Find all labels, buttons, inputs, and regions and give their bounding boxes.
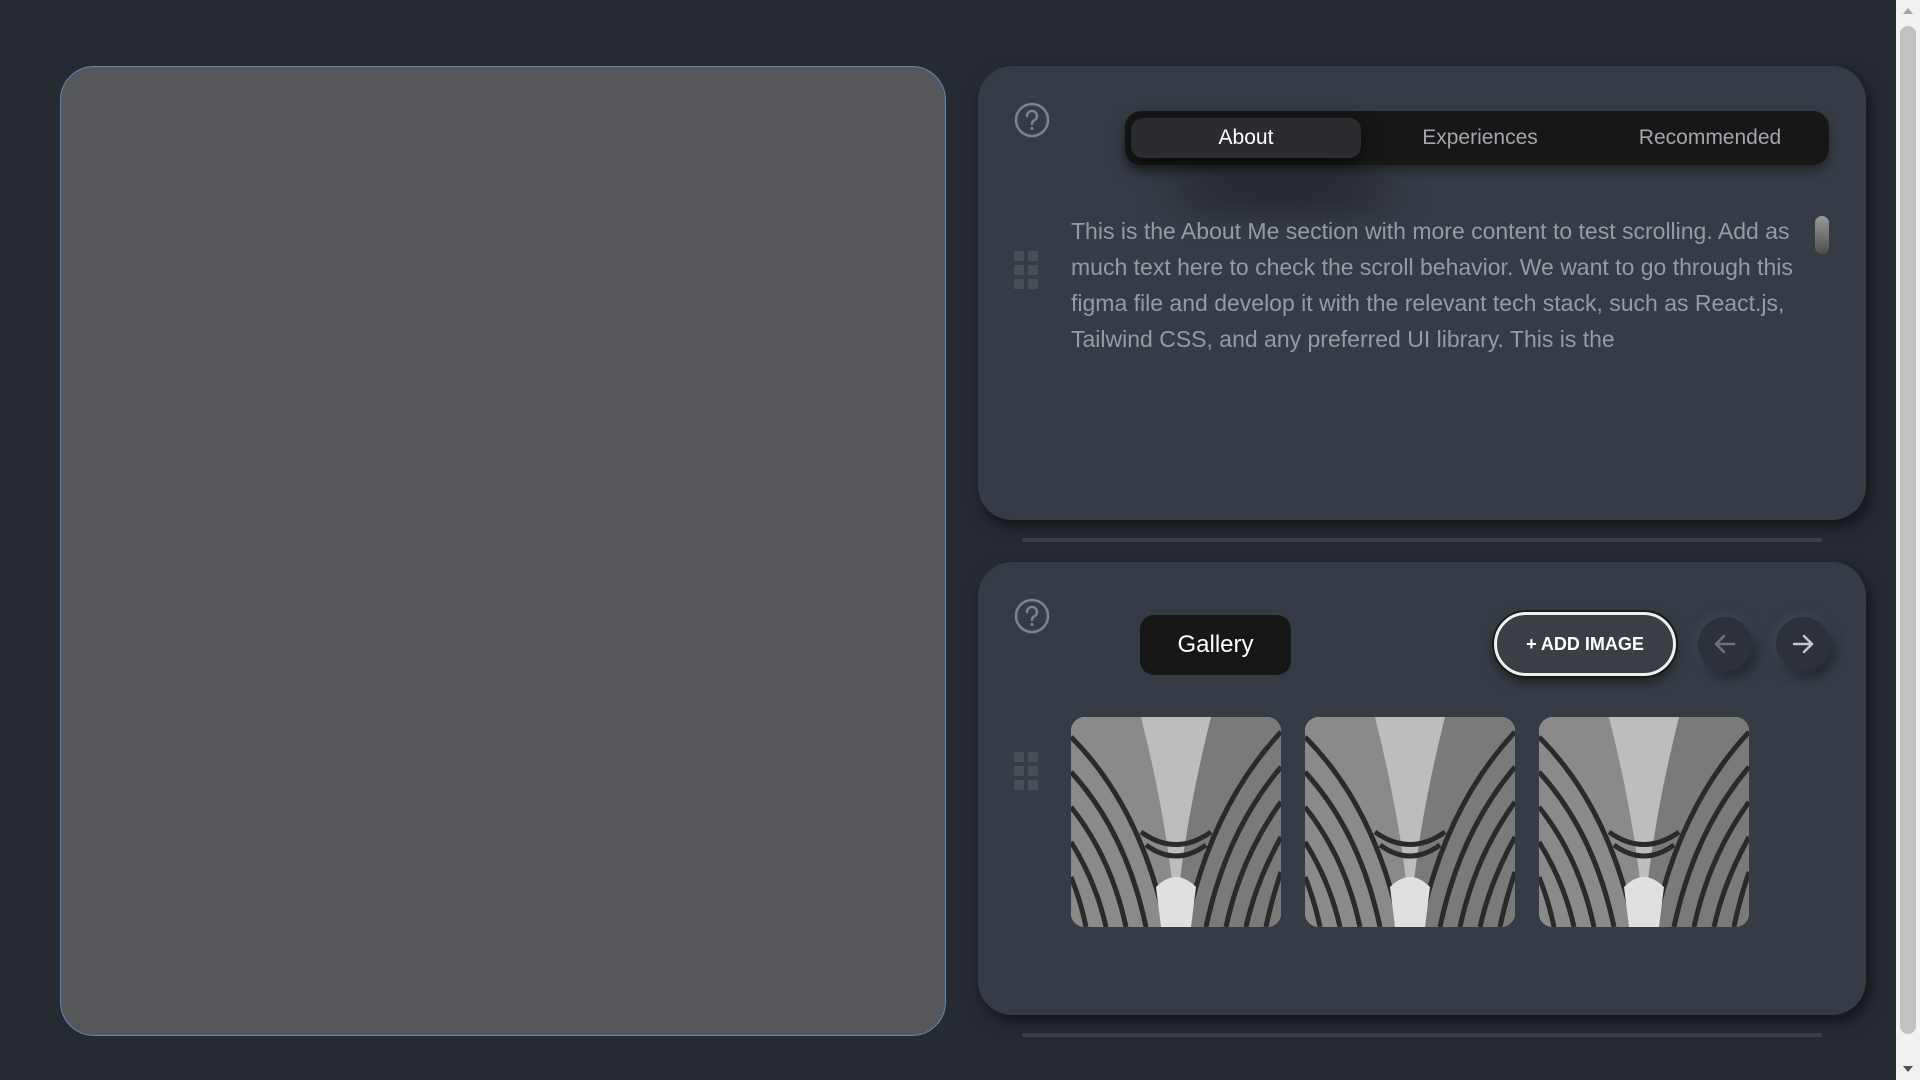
gallery-image[interactable] xyxy=(1071,717,1281,927)
gallery-widget: Gallery + ADD IMAGE xyxy=(978,562,1866,1015)
window-scrollbar-thumb[interactable] xyxy=(1900,26,1916,1034)
tab-about[interactable]: About xyxy=(1131,118,1361,158)
about-text: This is the About Me section with more c… xyxy=(1071,218,1793,352)
window-scrollbar[interactable] xyxy=(1896,0,1920,1080)
gallery-image[interactable] xyxy=(1539,717,1749,927)
gallery-image[interactable] xyxy=(1305,717,1515,927)
scroll-down-arrow-icon[interactable] xyxy=(1903,1066,1913,1072)
divider xyxy=(1022,538,1822,542)
about-widget: About Experiences Recommended This is th… xyxy=(978,66,1866,520)
gallery-prev-button[interactable] xyxy=(1698,617,1752,671)
gallery-next-button[interactable] xyxy=(1776,617,1830,671)
tab-shadow xyxy=(1168,176,1398,206)
architecture-photo xyxy=(1071,717,1281,927)
tab-experiences[interactable]: Experiences xyxy=(1365,118,1595,158)
help-icon[interactable] xyxy=(1013,101,1051,139)
tab-bar: About Experiences Recommended xyxy=(1125,111,1829,165)
about-scrollbar-thumb[interactable] xyxy=(1815,216,1829,254)
gallery-title: Gallery xyxy=(1140,615,1291,675)
architecture-photo xyxy=(1305,717,1515,927)
drag-handle-icon[interactable] xyxy=(1014,251,1038,289)
architecture-photo xyxy=(1539,717,1749,927)
divider xyxy=(1022,1033,1822,1037)
scroll-up-arrow-icon[interactable] xyxy=(1903,8,1913,14)
left-placeholder-panel xyxy=(60,66,946,1036)
arrow-left-icon xyxy=(1714,634,1736,654)
page: About Experiences Recommended This is th… xyxy=(0,0,1920,1080)
help-icon[interactable] xyxy=(1013,597,1051,635)
tab-recommended[interactable]: Recommended xyxy=(1595,118,1825,158)
arrow-right-icon xyxy=(1792,634,1814,654)
drag-handle-icon[interactable] xyxy=(1014,752,1038,790)
add-image-button[interactable]: + ADD IMAGE xyxy=(1494,612,1676,676)
